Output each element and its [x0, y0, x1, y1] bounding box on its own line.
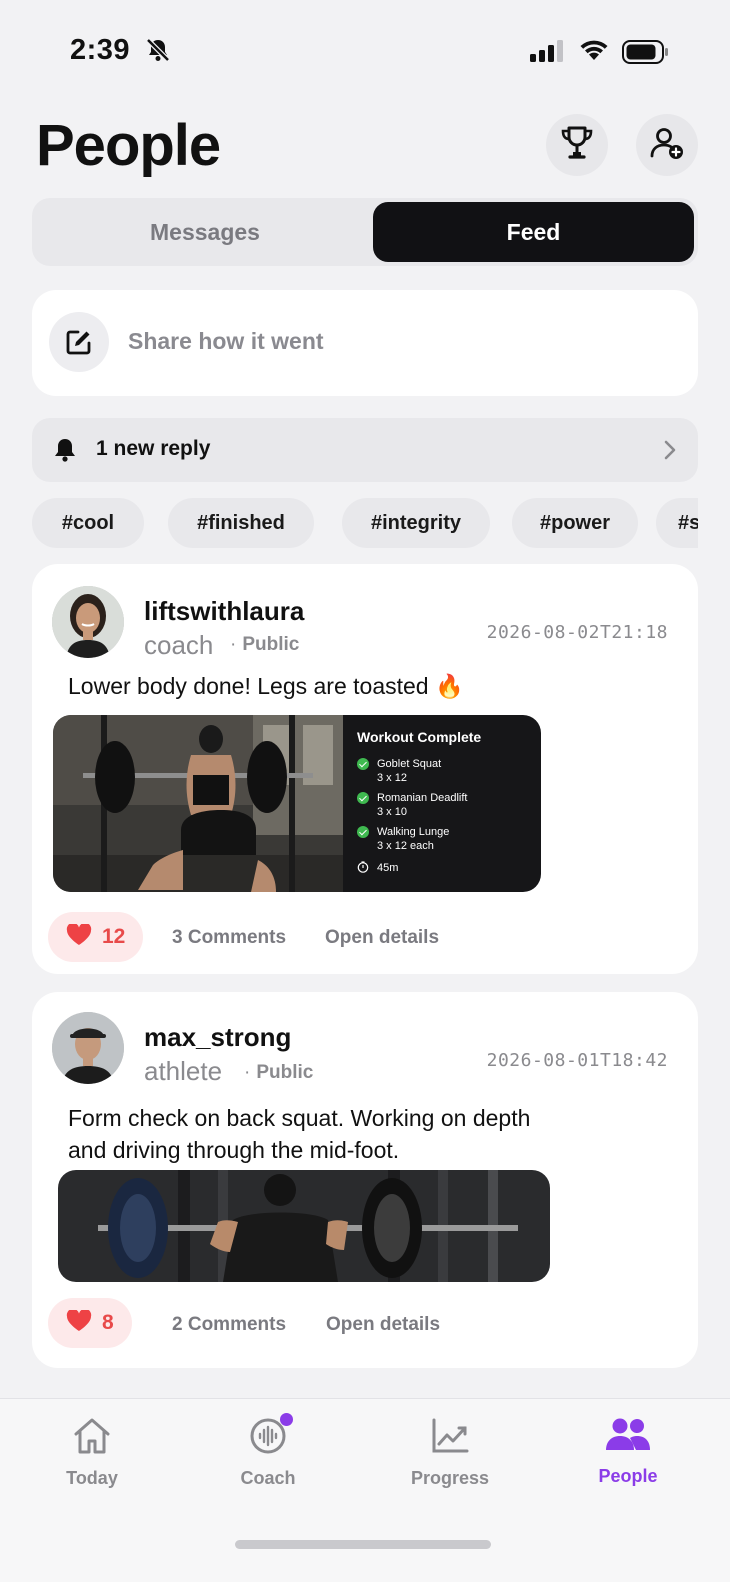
check-circle-icon [357, 826, 369, 838]
post-image[interactable]: Workout Complete Goblet Squat 3 x 12 Roma… [53, 715, 541, 892]
home-indicator [235, 1540, 491, 1549]
workout-title: Workout Complete [357, 729, 482, 745]
tab-feed[interactable]: Feed [373, 202, 694, 262]
bell-icon [54, 438, 76, 467]
check-circle-icon [357, 758, 369, 770]
post-timestamp: 2026-08-01T18:42 [486, 1050, 668, 1071]
tag-chip[interactable]: #integrity [342, 498, 490, 548]
people-icon [605, 1417, 651, 1458]
like-button[interactable]: 8 [48, 1298, 132, 1348]
chart-trend-icon [430, 1417, 470, 1460]
share-post-input[interactable]: Share how it went [32, 290, 698, 396]
timer-icon [357, 861, 369, 877]
status-time: 2:39 [70, 34, 131, 66]
chevron-right-icon [664, 440, 676, 465]
battery-icon [622, 40, 670, 69]
open-details-link[interactable]: Open details [325, 927, 439, 949]
post-image[interactable] [58, 1170, 550, 1282]
cellular-signal-icon [530, 40, 566, 67]
workout-duration: 45m [357, 861, 527, 877]
check-circle-icon [357, 792, 369, 804]
wifi-icon [578, 38, 610, 67]
open-details-link[interactable]: Open details [326, 1314, 440, 1336]
compose-icon [49, 312, 109, 372]
comments-link[interactable]: 2 Comments [172, 1314, 286, 1336]
post-role: athlete [144, 1056, 223, 1086]
tab-coach[interactable]: Coach [198, 1413, 338, 1489]
workout-exercise: Goblet Squat 3 x 12 [357, 757, 527, 785]
post-timestamp: 2026-08-02T21:18 [486, 622, 668, 643]
trophy-icon [560, 125, 594, 166]
tag-chip[interactable]: #cool [32, 498, 144, 548]
heart-icon [66, 922, 92, 951]
comments-link[interactable]: 3 Comments [172, 927, 286, 949]
bell-slash-icon [145, 38, 171, 67]
workout-summary: Workout Complete Goblet Squat 3 x 12 Roma… [343, 715, 541, 892]
post-text: Form check on back squat. Working on dep… [68, 1105, 531, 1163]
like-count: 8 [102, 1311, 114, 1334]
status-bar: 2:39 [0, 0, 730, 100]
tab-label: Coach [240, 1468, 296, 1488]
tab-people[interactable]: People [558, 1417, 698, 1487]
add-person-icon [649, 125, 685, 166]
post-text: Lower body done! Legs are toasted 🔥 [68, 673, 464, 699]
heart-icon [66, 1308, 92, 1337]
tab-label: People [598, 1466, 658, 1486]
bottom-tab-bar: Today Coach Progress People [0, 1398, 730, 1582]
new-reply-banner[interactable]: 1 new reply [32, 418, 698, 482]
tab-today[interactable]: Today [22, 1417, 162, 1489]
post-visibility: · Public [230, 634, 300, 655]
avatar[interactable] [52, 1012, 124, 1084]
tag-chip[interactable]: #power [512, 498, 638, 548]
messages-feed-toggle: Messages Feed [32, 198, 698, 266]
page-title: People [36, 113, 221, 178]
share-placeholder: Share how it went [128, 328, 324, 354]
reply-text: 1 new reply [96, 437, 211, 460]
post-role: coach [144, 630, 214, 660]
hashtag-list: #cool #finished #integrity #power #s [32, 498, 698, 550]
like-count: 12 [102, 925, 126, 948]
tab-progress[interactable]: Progress [380, 1417, 520, 1489]
tab-messages[interactable]: Messages [36, 202, 374, 262]
post-username[interactable]: liftswithlaura [144, 596, 304, 627]
feed-post: liftswithlaura coach · Public 2026-08-02T… [32, 564, 698, 974]
add-friend-button[interactable] [636, 114, 698, 176]
post-username[interactable]: max_strong [144, 1022, 291, 1053]
notification-dot [280, 1413, 293, 1426]
tab-label: Progress [410, 1468, 490, 1488]
home-icon [72, 1417, 112, 1460]
tag-chip[interactable]: #finished [168, 498, 314, 548]
like-button[interactable]: 12 [48, 912, 144, 962]
leaderboard-button[interactable] [546, 114, 608, 176]
post-visibility: · Public [244, 1062, 314, 1083]
tab-label: Today [66, 1468, 118, 1488]
feed-post: max_strong athlete · Public 2026-08-01T18… [32, 992, 698, 1368]
tag-chip[interactable]: #s [656, 498, 698, 548]
workout-exercise: Walking Lunge 3 x 12 each [357, 825, 527, 853]
avatar[interactable] [52, 586, 124, 658]
workout-exercise: Romanian Deadlift 3 x 10 [357, 791, 527, 819]
